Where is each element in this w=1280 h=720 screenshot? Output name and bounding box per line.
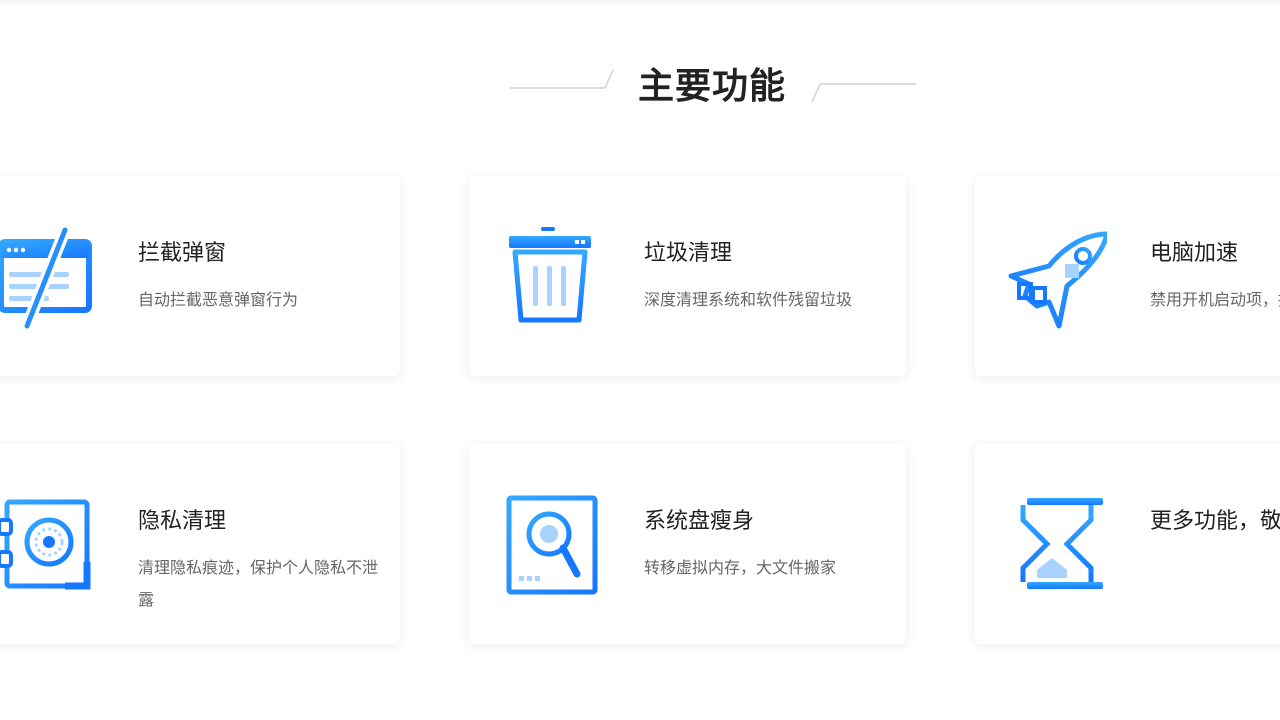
safe-icon <box>0 490 95 598</box>
feature-desc: 转移虚拟内存，大文件搬家 <box>644 558 837 577</box>
trash-bin-icon <box>501 222 601 330</box>
disk-search-icon <box>501 490 601 598</box>
feature-card-block-popup[interactable]: 拦截弹窗 自动拦截恶意弹窗行为 <box>0 176 400 376</box>
feature-card-more[interactable]: 更多功能，敬请期待 <box>975 444 1280 644</box>
feature-title: 隐私清理 <box>138 509 227 534</box>
feature-title: 更多功能，敬请期待 <box>1150 509 1280 534</box>
feature-card-speed-up[interactable]: 电脑加速 禁用开机启动项，提升系统速度 <box>975 176 1280 376</box>
feature-desc: 自动拦截恶意弹窗行为 <box>138 290 299 309</box>
feature-title: 电脑加速 <box>1150 241 1239 266</box>
feature-card-disk-slim[interactable]: 系统盘瘦身 转移虚拟内存，大文件搬家 <box>469 444 906 644</box>
hourglass-icon <box>1007 490 1107 598</box>
feature-title: 系统盘瘦身 <box>644 509 755 534</box>
title-deco-right <box>811 83 916 103</box>
section-header: 主要功能 <box>0 58 1280 118</box>
feature-desc: 禁用开机启动项，提升系统速度 <box>1150 290 1280 309</box>
section-title: 主要功能 <box>637 66 786 107</box>
feature-title: 拦截弹窗 <box>138 241 227 266</box>
title-deco-left <box>509 69 614 89</box>
feature-card-junk-clean[interactable]: 垃圾清理 深度清理系统和软件残留垃圾 <box>469 176 906 376</box>
features-page: 主要功能 拦截弹窗 自动拦截恶意弹窗行为 垃圾清理 深度清理系统和软件残留垃圾 … <box>0 0 1280 720</box>
feature-card-privacy-clean[interactable]: 隐私清理 清理隐私痕迹，保护个人隐私不泄露 <box>0 444 400 644</box>
browser-block-icon <box>0 222 95 330</box>
rocket-icon <box>1007 222 1107 330</box>
feature-desc: 深度清理系统和软件残留垃圾 <box>644 290 853 309</box>
feature-title: 垃圾清理 <box>644 241 733 266</box>
header-shadow <box>0 0 1280 6</box>
feature-desc: 清理隐私痕迹，保护个人隐私不泄露 <box>138 558 379 609</box>
